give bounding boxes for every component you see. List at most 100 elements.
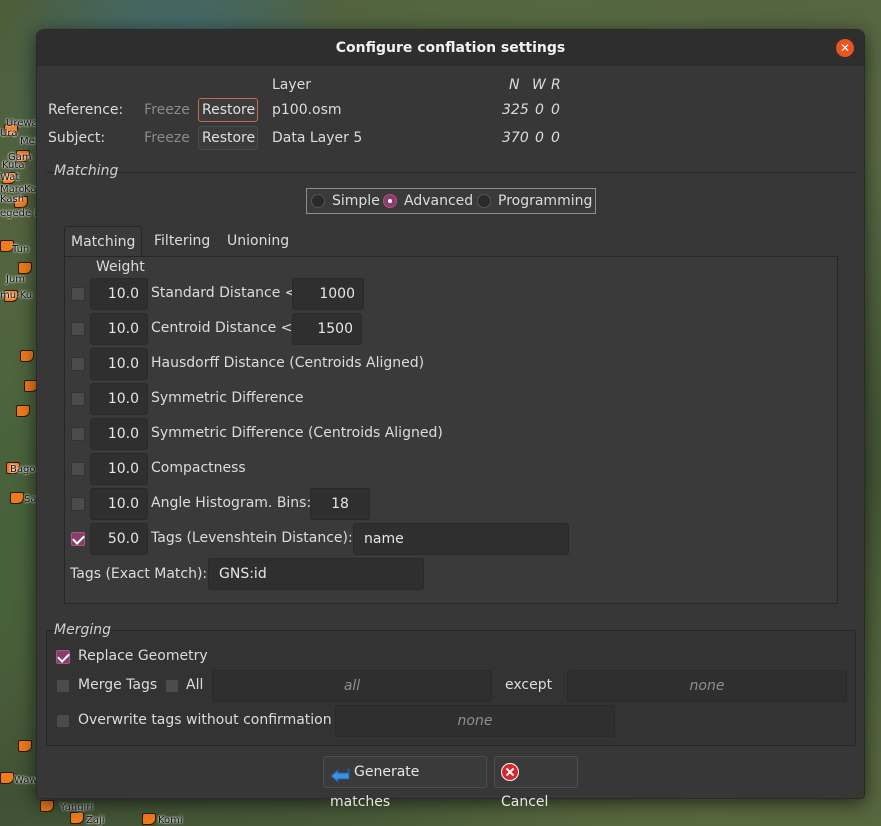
compactness-checkbox[interactable] [71, 462, 85, 476]
compactness-label: Compactness [151, 460, 246, 476]
angle-histogram-checkbox[interactable] [71, 497, 85, 511]
mode-simple-label[interactable]: Simple [332, 193, 380, 209]
reference-r: 0 [551, 102, 560, 118]
r-header: R [551, 77, 561, 93]
reference-restore-button[interactable]: Restore [198, 98, 258, 122]
map-label: Kash [0, 194, 25, 205]
angle-histogram-label: Angle Histogram. Bins: [151, 495, 312, 511]
subject-r: 0 [551, 130, 560, 146]
centroid-distance-weight[interactable]: 10.0 [90, 313, 148, 345]
merge-tags-all-input[interactable]: all [212, 670, 492, 702]
map-label: Yangiri [60, 802, 94, 813]
merge-tags-label[interactable]: Merge Tags [78, 677, 157, 693]
replace-geometry-label[interactable]: Replace Geometry [78, 648, 208, 664]
map-pin [18, 740, 32, 752]
layer-header: Layer [272, 77, 312, 93]
generate-matches-button[interactable]: Generate matches [323, 756, 487, 810]
reference-layer-name: p100.osm [272, 102, 342, 118]
arrow-left-icon [330, 764, 350, 784]
merge-all-label[interactable]: All [186, 677, 203, 693]
map-label: Komi [158, 815, 183, 826]
tab-unioning[interactable]: Unioning [221, 226, 295, 256]
standard-distance-checkbox[interactable] [71, 287, 85, 301]
map-label: Kuta [2, 160, 25, 171]
tags-exact-match-value[interactable]: GNS:id [208, 558, 424, 590]
mode-advanced-label[interactable]: Advanced [404, 193, 473, 209]
cancel-label: Cancel [501, 794, 549, 810]
except-label: except [505, 677, 553, 693]
mode-simple-radio[interactable] [311, 194, 325, 208]
angle-histogram-weight[interactable]: 10.0 [90, 488, 148, 520]
hausdorff-checkbox[interactable] [71, 357, 85, 371]
tags-exact-match-label: Tags (Exact Match): [70, 566, 208, 582]
standard-distance-label: Standard Distance < [151, 285, 297, 301]
map-pin [20, 350, 34, 362]
subject-label: Subject: [48, 130, 106, 146]
mode-advanced-radio[interactable] [383, 194, 397, 208]
close-button[interactable]: ✕ [836, 39, 854, 57]
angle-histogram-bins[interactable]: 18 [310, 488, 370, 520]
symmetric-difference-checkbox[interactable] [71, 392, 85, 406]
symmetric-difference-weight[interactable]: 10.0 [90, 383, 148, 415]
tags-levenshtein-weight[interactable]: 50.0 [90, 523, 148, 555]
map-label: Bago [10, 464, 36, 475]
merge-all-checkbox[interactable] [165, 679, 179, 693]
hausdorff-weight[interactable]: 10.0 [90, 348, 148, 380]
centroid-distance-checkbox[interactable] [71, 322, 85, 336]
map-label: Ura [0, 128, 18, 139]
tags-levenshtein-checkbox[interactable] [71, 532, 85, 546]
reference-freeze-button[interactable]: Freeze [139, 98, 195, 122]
tags-levenshtein-label: Tags (Levenshtein Distance): [151, 530, 353, 546]
map-pin [10, 492, 24, 504]
map-pin [70, 812, 84, 824]
w-header: W [532, 77, 546, 93]
dialog-titlebar: Configure conflation settings ✕ [37, 30, 864, 66]
merge-tags-checkbox[interactable] [56, 679, 70, 693]
mode-programming-radio[interactable] [477, 194, 491, 208]
reference-w: 0 [535, 102, 544, 118]
symmetric-difference-aligned-weight[interactable]: 10.0 [90, 418, 148, 450]
matching-group-title: Matching [54, 163, 119, 179]
mode-programming-label[interactable]: Programming [498, 193, 592, 209]
cancel-icon [501, 763, 519, 781]
map-label: Wat [0, 172, 20, 183]
compactness-weight[interactable]: 10.0 [90, 453, 148, 485]
cancel-button[interactable]: Cancel [494, 756, 578, 810]
overwrite-tags-input[interactable]: none [335, 705, 615, 737]
subject-freeze-button[interactable]: Freeze [139, 126, 195, 150]
tab-matching[interactable]: Matching [64, 226, 143, 256]
map-pin [16, 405, 30, 417]
map-label: Waw [14, 775, 38, 786]
overwrite-tags-checkbox[interactable] [56, 714, 70, 728]
map-label: Tun [12, 244, 30, 255]
tags-levenshtein-value[interactable]: name [353, 523, 569, 555]
mode-radio-group: Simple Advanced Programming [306, 188, 596, 214]
map-pin [0, 772, 14, 784]
merge-tags-except-input[interactable]: none [567, 670, 847, 702]
map-label: Jum [6, 274, 26, 285]
map-pin [40, 800, 54, 812]
merging-group-title: Merging [54, 622, 111, 638]
map-label: Mel [20, 136, 38, 147]
reference-label: Reference: [48, 102, 124, 118]
map-label: mu-Ku [0, 290, 33, 301]
map-pin [142, 813, 156, 825]
subject-layer-name: Data Layer 5 [272, 130, 363, 146]
reference-n: 325 [502, 102, 529, 118]
symmetric-difference-aligned-checkbox[interactable] [71, 427, 85, 441]
subject-n: 370 [502, 130, 529, 146]
weight-header: Weight [96, 259, 145, 275]
centroid-distance-value[interactable]: 1500 [292, 313, 362, 345]
subject-restore-button[interactable]: Restore [198, 126, 258, 150]
map-label: Sa [24, 494, 37, 505]
dialog-title: Configure conflation settings [335, 40, 566, 56]
overwrite-tags-label[interactable]: Overwrite tags without confirmation [78, 712, 332, 728]
standard-distance-value[interactable]: 1000 [292, 278, 364, 310]
tab-filtering[interactable]: Filtering [148, 226, 216, 256]
symmetric-difference-aligned-label: Symmetric Difference (Centroids Aligned) [151, 425, 443, 441]
standard-distance-weight[interactable]: 10.0 [90, 278, 148, 310]
replace-geometry-checkbox[interactable] [56, 650, 70, 664]
centroid-distance-label: Centroid Distance < [151, 320, 293, 336]
map-label: Zaji [86, 815, 105, 826]
n-header: N [509, 77, 520, 93]
